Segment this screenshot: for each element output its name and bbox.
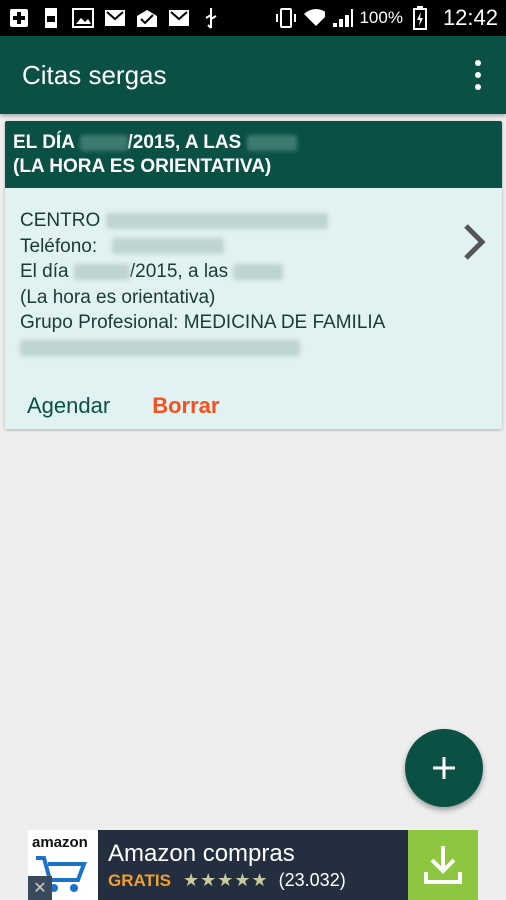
add-appointment-button[interactable] — [405, 729, 483, 807]
redacted-date — [79, 134, 128, 151]
vibrate-icon — [275, 7, 297, 29]
sd-card-icon — [40, 7, 62, 29]
redacted-time — [246, 134, 297, 151]
signal-icon — [331, 7, 354, 29]
ad-price: GRATIS — [108, 870, 171, 890]
gmail-icon — [104, 7, 126, 29]
image-icon — [72, 7, 94, 29]
dia-line: El día /2015, a las — [20, 259, 487, 285]
amazon-logo-text: amazon — [32, 834, 88, 851]
ad-info-row: GRATIS ★★★★★ (23.032) — [108, 870, 408, 891]
doctor-line — [20, 336, 487, 362]
chevron-right-icon[interactable] — [460, 222, 488, 262]
battery-percent: 100% — [359, 8, 403, 27]
telefono-line: Teléfono: — [20, 234, 487, 260]
redacted-centro — [105, 212, 328, 229]
clock: 12:42 — [442, 5, 498, 30]
battery-charging-icon — [409, 6, 431, 30]
redacted-day — [73, 263, 130, 280]
header-line-2: (LA HORA ES ORIENTATIVA) — [13, 156, 272, 177]
ad-banner[interactable]: amazon ✕ Amazon compras GRATIS ★★★★★ (23… — [28, 830, 478, 900]
hora-note: (La hora es orientativa) — [20, 286, 216, 308]
ad-download-button[interactable] — [408, 830, 478, 900]
ad-title: Amazon compras — [108, 840, 295, 867]
agendar-button[interactable]: Agendar — [27, 393, 110, 419]
download-icon — [424, 846, 462, 884]
appointment-details: CENTRO Teléfono: El día /2015, a las (La… — [5, 188, 502, 361]
wifi-icon — [303, 7, 326, 29]
plus-icon — [433, 757, 455, 779]
redacted-phone — [112, 238, 225, 255]
borrar-button[interactable]: Borrar — [152, 393, 219, 419]
appointment-header: EL DÍA /2015, A LAS (LA HORA ES ORIENTAT… — [5, 121, 502, 188]
status-bar: 100% 12:42 — [0, 0, 506, 36]
card-actions: Agendar Borrar — [5, 386, 502, 426]
overflow-menu-button[interactable] — [468, 60, 488, 90]
add-notification-icon — [8, 7, 30, 29]
grupo-profesional: Grupo Profesional: MEDICINA DE FAMILIA — [20, 312, 386, 333]
app-bar: Citas sergas — [0, 36, 506, 114]
centro-line: CENTRO — [20, 208, 487, 234]
usb-icon — [200, 7, 222, 29]
appointment-card[interactable]: EL DÍA /2015, A LAS (LA HORA ES ORIENTAT… — [5, 121, 502, 429]
amazon-logo: amazon ✕ — [28, 830, 98, 900]
ad-rating-count: (23.032) — [278, 870, 346, 890]
redacted-doctor — [20, 340, 300, 357]
app-title: Citas sergas — [22, 59, 167, 90]
mail-check-icon — [136, 7, 158, 29]
header-line-1: EL DÍA /2015, A LAS — [13, 131, 492, 155]
ad-close-button[interactable]: ✕ — [28, 876, 52, 900]
gmail-icon-2 — [168, 7, 190, 29]
ad-rating-stars: ★★★★★ — [182, 870, 269, 890]
ad-content: Amazon compras GRATIS ★★★★★ (23.032) — [98, 830, 408, 900]
redacted-hour — [233, 263, 284, 280]
